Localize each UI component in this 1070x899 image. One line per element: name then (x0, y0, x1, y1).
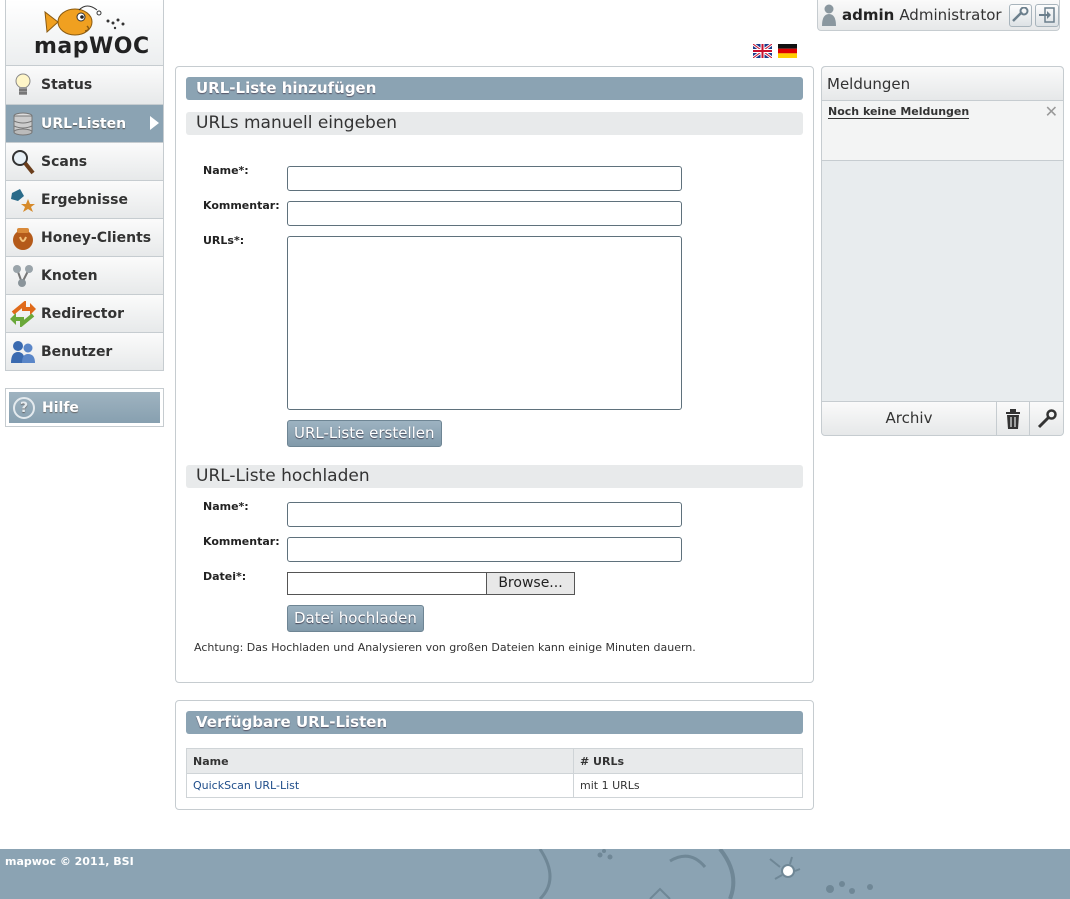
settings-button[interactable] (1008, 3, 1033, 27)
nav-item-ergebnisse[interactable]: Ergebnisse (6, 180, 163, 218)
table-header-row: Name # URLs (186, 748, 803, 774)
nav-item-label: Knoten (41, 267, 98, 284)
nav-item-label: Scans (41, 153, 88, 170)
column-header-count[interactable]: # URLs (573, 748, 803, 774)
users-icon (10, 339, 36, 365)
logout-button[interactable] (1035, 3, 1059, 27)
browse-button[interactable]: Browse... (486, 572, 575, 595)
redirect-arrows-icon (10, 300, 36, 327)
url-lists-table: Name # URLs QuickScan URL-List mit 1 URL… (186, 748, 803, 798)
panel-title: URL-Liste hinzufügen (186, 77, 803, 100)
message-item: Noch keine Meldungen ✕ (822, 101, 1063, 161)
row-name-cell: QuickScan URL-List (186, 773, 574, 798)
nav-item-benutzer[interactable]: Benutzer (6, 332, 163, 370)
honeypot-icon (10, 225, 36, 251)
logo-text: mapWOC (34, 34, 150, 59)
available-panel-title: Verfügbare URL-Listen (186, 711, 803, 734)
help-button-inner: ? Hilfe (9, 392, 160, 423)
manual-name-input[interactable] (287, 166, 682, 191)
manual-section-title: URLs manuell eingeben (186, 112, 803, 135)
nav-item-knoten[interactable]: Knoten (6, 256, 163, 294)
upload-comment-label: Kommentar: (203, 535, 280, 548)
upload-name-input[interactable] (287, 502, 682, 527)
nav-item-label: Honey-Clients (41, 229, 152, 246)
nodes-icon (10, 263, 36, 289)
wrench-icon (1012, 7, 1029, 22)
messages-footer: Archiv (822, 401, 1063, 435)
manual-comment-label: Kommentar: (203, 199, 280, 212)
question-mark-icon: ? (13, 396, 35, 419)
table-row: QuickScan URL-List mit 1 URLs (186, 773, 803, 798)
url-list-link[interactable]: QuickScan URL-List (193, 779, 299, 792)
create-url-list-button[interactable]: URL-Liste erstellen (287, 420, 442, 447)
results-icon (10, 187, 36, 213)
footer-fish-decoration-icon (538, 849, 873, 899)
nav-item-scans[interactable]: Scans (6, 142, 163, 180)
uk-flag-icon[interactable] (752, 42, 773, 60)
urls-textarea[interactable] (287, 236, 682, 410)
no-messages-text: Noch keine Meldungen (828, 105, 970, 119)
upload-file-button[interactable]: Datei hochladen (287, 605, 424, 632)
nav-item-label: Status (41, 77, 93, 93)
page-footer: mapwoc © 2011, BSI (0, 849, 1070, 899)
column-header-name[interactable]: Name (186, 748, 574, 774)
trash-icon (1006, 408, 1020, 429)
logout-icon (1039, 7, 1055, 23)
user-role: Administrator (899, 6, 1002, 24)
manual-name-label: Name*: (203, 164, 249, 177)
database-icon (10, 111, 36, 137)
german-flag-icon[interactable] (778, 43, 797, 58)
nav-item-label: Redirector (41, 305, 125, 322)
active-arrow-icon (150, 116, 159, 130)
main-navigation: Status URL-Listen Scans Ergebnisse Honey… (5, 66, 164, 371)
available-lists-panel: Verfügbare URL-Listen Name # URLs QuickS… (175, 700, 814, 810)
messages-panel: Meldungen Noch keine Meldungen ✕ Archiv (821, 66, 1064, 436)
file-label: Datei*: (203, 570, 247, 583)
upload-section-title: URL-Liste hochladen (186, 465, 803, 488)
app-logo[interactable]: mapWOC (5, 0, 164, 66)
language-switcher (752, 42, 797, 60)
messages-settings-button[interactable] (1030, 402, 1063, 435)
nav-item-honey-clients[interactable]: Honey-Clients (6, 218, 163, 256)
lightbulb-icon (10, 72, 36, 98)
user-icon (822, 4, 836, 26)
footer-copyright: mapwoc © 2011, BSI (5, 855, 134, 868)
archive-button[interactable]: Archiv (822, 402, 997, 435)
wrench-icon (1037, 408, 1057, 428)
delete-button[interactable] (997, 402, 1030, 435)
nav-item-url-listen[interactable]: URL-Listen (6, 104, 163, 142)
user-bar: admin Administrator (817, 0, 1060, 31)
nav-item-label: Ergebnisse (41, 191, 128, 208)
messages-title: Meldungen (822, 67, 1063, 101)
user-name: admin (842, 6, 895, 24)
help-button[interactable]: ? Hilfe (5, 388, 164, 427)
upload-warning-note: Achtung: Das Hochladen und Analysieren v… (194, 641, 696, 654)
file-path-input[interactable] (287, 572, 486, 595)
magnifier-icon (10, 149, 36, 175)
upload-comment-input[interactable] (287, 537, 682, 562)
help-label: Hilfe (42, 399, 79, 416)
row-count-cell: mit 1 URLs (573, 773, 803, 798)
urls-label: URLs*: (203, 234, 245, 247)
close-icon[interactable]: ✕ (1045, 102, 1058, 121)
add-url-list-panel: URL-Liste hinzufügen URLs manuell eingeb… (175, 66, 814, 683)
nav-item-status[interactable]: Status (6, 66, 163, 104)
manual-comment-input[interactable] (287, 201, 682, 226)
nav-item-label: URL-Listen (41, 115, 127, 132)
upload-name-label: Name*: (203, 500, 249, 513)
nav-item-redirector[interactable]: Redirector (6, 294, 163, 332)
nav-item-label: Benutzer (41, 343, 113, 360)
